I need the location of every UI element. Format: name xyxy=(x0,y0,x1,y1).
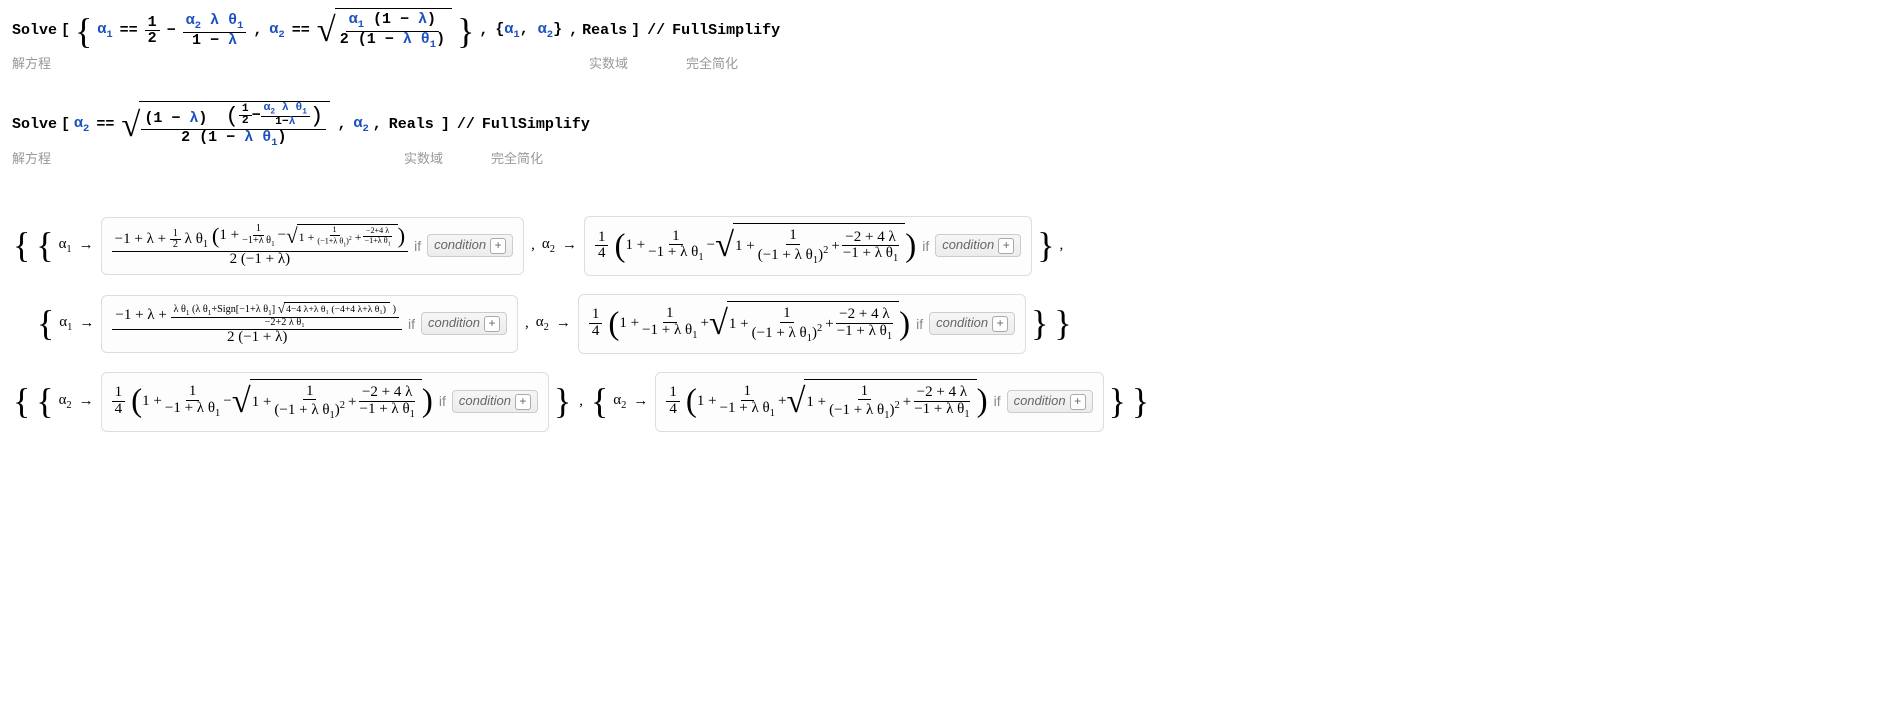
if-label: if xyxy=(994,392,1001,410)
if-label: if xyxy=(922,237,929,255)
conditional-box: 14 ( 1 + 1−1 + λ θ1 − √ 1 + 1(−1 + λ θ1)… xyxy=(584,216,1032,276)
if-label: if xyxy=(408,315,415,333)
brace-r-icon: } xyxy=(457,17,474,46)
var-alpha1: α1 xyxy=(97,20,112,43)
solve-head: Solve xyxy=(12,21,57,41)
plus-icon: + xyxy=(484,316,500,332)
denominator: 2 (−1 + λ) xyxy=(227,252,293,268)
postfix: // xyxy=(454,115,478,135)
condition-label: condition xyxy=(459,393,511,410)
if-label: if xyxy=(414,237,421,255)
condition-label: condition xyxy=(942,237,994,254)
conditional-box: 14 ( 1 + 1−1 + λ θ1 + √ 1 + 1(−1 + λ θ1)… xyxy=(578,294,1026,354)
reals-hint: 实数域 xyxy=(404,151,443,168)
conditional-box: 14 ( 1 + 1−1 + λ θ1 + √ 1 + 1(−1 + λ θ1)… xyxy=(655,372,1103,432)
if-label: if xyxy=(439,392,446,410)
rule-arrow: → xyxy=(630,392,651,412)
output-1-solution-2: { α1 → −1 + λ + λ θ1 (λ θ1+Sign[−1+λ θ1]… xyxy=(12,294,1887,354)
plus-icon: + xyxy=(998,238,1014,254)
denominator: −2+2 λ θ₁ xyxy=(262,318,308,329)
condition-label: condition xyxy=(434,237,486,254)
bracket-open: [ xyxy=(61,21,70,41)
var-alpha1: α1 xyxy=(59,235,72,257)
denominator: 2 (−1 + λ) xyxy=(224,330,290,346)
radical-icon: √ xyxy=(121,101,140,149)
solve-hint: 解方程 xyxy=(12,151,51,168)
fullsimp-hint: 完全简化 xyxy=(491,151,543,168)
condition-button[interactable]: condition + xyxy=(1007,390,1093,413)
sqrt-expr-2: √ (1 − λ) ( 12 − α2 λ θ11−λ ) 2 (1 − λ θ… xyxy=(121,101,330,149)
plus-icon: + xyxy=(992,316,1008,332)
var-alpha2: α2 xyxy=(269,20,284,43)
sqrt-expr: √ α1 (1 − λ) 2 (1 − λ θ1) xyxy=(317,8,452,54)
den: 2 xyxy=(145,31,160,47)
bracket-close: ] xyxy=(631,21,640,41)
equals: == xyxy=(289,21,313,41)
condition-button[interactable]: condition + xyxy=(935,234,1021,257)
output-2: { { α2 → 14 ( 1 + 1−1 + λ θ1 − √ 1 + 1(−… xyxy=(12,372,1887,432)
rule-arrow: → xyxy=(76,314,97,334)
plus-icon: + xyxy=(515,394,531,410)
rule-arrow: → xyxy=(76,392,97,412)
input-cell-1: Solve [ { α1 == 1 2 − α2 λ θ1 1 − λ , α2… xyxy=(12,8,780,54)
condition-button[interactable]: condition + xyxy=(427,234,513,257)
fullsimp-hint: 完全简化 xyxy=(686,56,738,73)
condition-button[interactable]: condition + xyxy=(452,390,538,413)
fraction-half: 1 2 xyxy=(145,15,160,48)
input-cell-2: Solve [ α2 == √ (1 − λ) ( 12 − α2 λ θ11−… xyxy=(12,101,590,149)
postfix: // xyxy=(644,21,668,41)
output-1-solution-1: { { α1 → −1 + λ + 12 λ θ1 ( 1 + 1−1+λ θ1… xyxy=(12,216,1887,276)
condition-button[interactable]: condition + xyxy=(421,312,507,335)
rule-arrow: → xyxy=(76,236,97,256)
conditional-box: 14 ( 1 + 1−1 + λ θ1 − √ 1 + 1(−1 + λ θ1)… xyxy=(101,372,549,432)
radical-icon: √ xyxy=(317,8,336,54)
num: −2 + 4 λ xyxy=(836,307,892,324)
brace-l-icon: { xyxy=(75,17,92,46)
num: −2 + 4 λ xyxy=(842,230,898,247)
conditional-box: −1 + λ + λ θ1 (λ θ1+Sign[−1+λ θ1] √4−4 λ… xyxy=(101,295,518,353)
var-alpha2: α2 xyxy=(542,235,555,257)
plus-icon: + xyxy=(490,238,506,254)
reals-hint: 实数域 xyxy=(589,56,628,73)
condition-button[interactable]: condition + xyxy=(929,312,1015,335)
fullsimplify: FullSimplify xyxy=(482,115,590,135)
solve-hint: 解方程 xyxy=(12,56,51,73)
rule-arrow: → xyxy=(559,236,580,256)
condition-label: condition xyxy=(428,315,480,332)
condition-label: condition xyxy=(1014,393,1066,410)
fullsimplify: FullSimplify xyxy=(672,21,780,41)
radicand-text: 4−4 λ+λ θ₁ (−4+4 λ+λ θ₁) xyxy=(286,305,386,315)
condition-label: condition xyxy=(936,315,988,332)
reals-keyword: Reals xyxy=(386,115,437,135)
num: −2 + 4 λ xyxy=(914,385,970,402)
rule-arrow: → xyxy=(553,314,574,334)
conditional-box: −1 + λ + 12 λ θ1 ( 1 + 1−1+λ θ1 − √ 1 + … xyxy=(101,217,524,275)
plus-icon: + xyxy=(1070,394,1086,410)
alpha1-value: −1 + λ + 12 λ θ1 ( 1 + 1−1+λ θ1 − √ 1 + … xyxy=(112,224,408,268)
reals-keyword: Reals xyxy=(582,21,627,41)
if-label: if xyxy=(916,315,923,333)
solve-head: Solve xyxy=(12,115,57,135)
equals: == xyxy=(93,115,117,135)
fraction-a2lt1: α2 λ θ1 1 − λ xyxy=(183,13,247,49)
num: 1 xyxy=(145,15,160,32)
equals: == xyxy=(117,21,141,41)
sign-fn: Sign xyxy=(217,304,236,315)
num: −2 + 4 λ xyxy=(359,385,415,402)
